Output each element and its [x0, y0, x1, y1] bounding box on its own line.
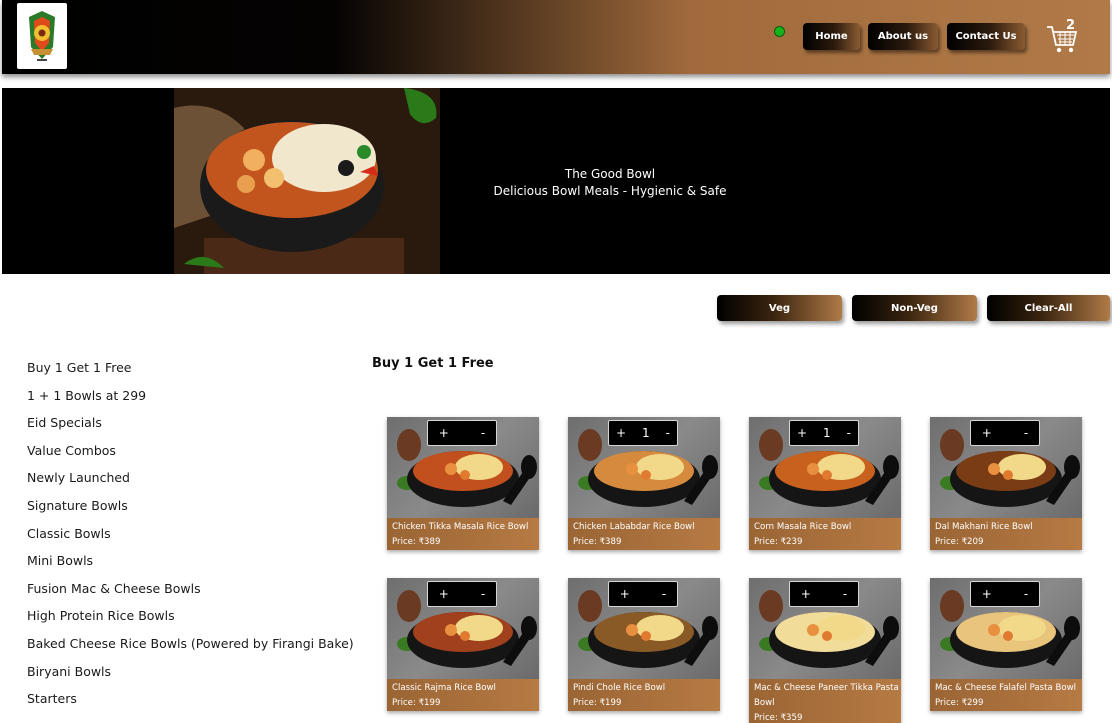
product-name: Chicken Lababdar Rice Bowl — [573, 522, 695, 532]
product-name: Pindi Chole Rice Bowl — [573, 683, 666, 693]
section-title: Buy 1 Get 1 Free — [372, 356, 494, 371]
product-price: Price: ₹239 — [754, 537, 803, 547]
increase-qty-button[interactable]: + — [982, 587, 992, 601]
product-info: Corn Masala Rice Bowl Price: ₹239 — [749, 518, 901, 550]
hero-banner: The Good Bowl Delicious Bowl Meals - Hyg… — [2, 88, 1110, 274]
sidebar-item-high-protein[interactable]: High Protein Rice Bowls — [27, 608, 347, 636]
product-name: Mac & Cheese Falafel Pasta Bowl — [935, 683, 1077, 693]
nav-about-button[interactable]: About us — [868, 23, 938, 50]
decrease-qty-button[interactable]: - — [843, 587, 847, 601]
increase-qty-button[interactable]: + — [620, 587, 630, 601]
product-card[interactable]: + - Chicken Tikka Masala Rice Bowl Price… — [387, 417, 539, 550]
filter-non-veg-button[interactable]: Non-Veg — [852, 295, 977, 321]
sidebar-item-eid-specials[interactable]: Eid Specials — [27, 415, 347, 443]
sidebar-item-signature-bowls[interactable]: Signature Bowls — [27, 498, 347, 526]
quantity-value: 1 — [823, 426, 831, 440]
product-info: Chicken Lababdar Rice Bowl Price: ₹389 — [568, 518, 720, 550]
product-info: Chicken Tikka Masala Rice Bowl Price: ₹3… — [387, 518, 539, 550]
sidebar-item-classic-bowls[interactable]: Classic Bowls — [27, 526, 347, 554]
decrease-qty-button[interactable]: - — [847, 426, 851, 440]
product-image: + - — [387, 417, 539, 519]
increase-qty-button[interactable]: + — [439, 587, 449, 601]
category-sidebar: Buy 1 Get 1 Free 1 + 1 Bowls at 299 Eid … — [27, 360, 354, 719]
product-info: Classic Rajma Rice Bowl Price: ₹199 — [387, 679, 539, 711]
product-image: + - — [387, 578, 539, 680]
quantity-stepper: + 1 - — [608, 420, 678, 446]
banner-subtitle: Delicious Bowl Meals - Hygienic & Safe — [493, 184, 727, 198]
sidebar-item-mini-bowls[interactable]: Mini Bowls — [27, 553, 347, 581]
cart-count-badge: 2 — [1066, 18, 1076, 33]
brand-logo[interactable] — [17, 3, 67, 69]
quantity-value: 1 — [642, 426, 650, 440]
product-info: Pindi Chole Rice Bowl Price: ₹199 — [568, 679, 720, 711]
product-card[interactable]: + - Mac & Cheese Falafel Pasta Bowl Pric… — [930, 578, 1082, 711]
filter-veg-button[interactable]: Veg — [717, 295, 842, 321]
banner-title: The Good Bowl — [564, 167, 656, 181]
product-card[interactable]: + 1 - Chicken Lababdar Rice Bowl Price: … — [568, 417, 720, 550]
increase-qty-button[interactable]: + — [797, 426, 807, 440]
decrease-qty-button[interactable]: - — [662, 587, 666, 601]
product-image: + - — [568, 578, 720, 680]
product-name: Classic Rajma Rice Bowl — [392, 683, 496, 693]
quantity-stepper: + - — [427, 581, 497, 607]
sidebar-item-value-combos[interactable]: Value Combos — [27, 443, 347, 471]
paneer-rice-bowl-image — [174, 88, 440, 274]
the-good-bowl-logo — [29, 11, 55, 61]
product-price: Price: ₹299 — [935, 698, 984, 708]
quantity-stepper: + - — [970, 420, 1040, 446]
sidebar-item-newly-launched[interactable]: Newly Launched — [27, 470, 347, 498]
increase-qty-button[interactable]: + — [616, 426, 626, 440]
sidebar-item-baked-cheese[interactable]: Baked Cheese Rice Bowls (Powered by Fira… — [27, 636, 354, 664]
product-image: + 1 - — [568, 417, 720, 519]
sidebar-item-1-plus-1-bowls[interactable]: 1 + 1 Bowls at 299 — [27, 388, 347, 416]
quantity-stepper: + - — [789, 581, 859, 607]
decrease-qty-button[interactable]: - — [1024, 587, 1028, 601]
product-image: + 1 - — [749, 417, 901, 519]
product-card[interactable]: + 1 - Corn Masala Rice Bowl Price: ₹239 — [749, 417, 901, 550]
decrease-qty-button[interactable]: - — [481, 587, 485, 601]
product-price: Price: ₹209 — [935, 537, 984, 547]
nav-home-button[interactable]: Home — [803, 23, 860, 50]
quantity-stepper: + - — [608, 581, 678, 607]
product-name: Dal Makhani Rice Bowl — [935, 522, 1033, 532]
quantity-stepper: + 1 - — [789, 420, 859, 446]
product-name: Chicken Tikka Masala Rice Bowl — [392, 522, 529, 532]
product-info: Mac & Cheese Falafel Pasta Bowl Price: ₹… — [930, 679, 1082, 711]
decrease-qty-button[interactable]: - — [1024, 426, 1028, 440]
decrease-qty-button[interactable]: - — [481, 426, 485, 440]
sidebar-item-starters[interactable]: Starters — [27, 691, 347, 719]
product-price: Price: ₹389 — [392, 537, 441, 547]
increase-qty-button[interactable]: + — [439, 426, 449, 440]
product-price: Price: ₹389 — [573, 537, 622, 547]
product-image: + - — [930, 417, 1082, 519]
product-card[interactable]: + - Dal Makhani Rice Bowl Price: ₹209 — [930, 417, 1082, 550]
product-name: Corn Masala Rice Bowl — [754, 522, 852, 532]
product-card[interactable]: + - Mac & Cheese Paneer Tikka Pasta Bowl… — [749, 578, 901, 723]
product-card[interactable]: + - Pindi Chole Rice Bowl Price: ₹199 — [568, 578, 720, 711]
quantity-stepper: + - — [970, 581, 1040, 607]
product-info: Dal Makhani Rice Bowl Price: ₹209 — [930, 518, 1082, 550]
product-price: Price: ₹199 — [573, 698, 622, 708]
top-header: Home About us Contact Us 2 — [2, 0, 1110, 74]
banner-text: The Good Bowl Delicious Bowl Meals - Hyg… — [442, 166, 778, 200]
quantity-stepper: + - — [427, 420, 497, 446]
increase-qty-button[interactable]: + — [801, 587, 811, 601]
increase-qty-button[interactable]: + — [982, 426, 992, 440]
sidebar-item-buy-1-get-1-free[interactable]: Buy 1 Get 1 Free — [27, 360, 347, 388]
product-image: + - — [749, 578, 901, 680]
product-card[interactable]: + - Classic Rajma Rice Bowl Price: ₹199 — [387, 578, 539, 711]
sidebar-item-biryani-bowls[interactable]: Biryani Bowls — [27, 664, 347, 692]
decrease-qty-button[interactable]: - — [666, 426, 670, 440]
filter-clear-all-button[interactable]: Clear-All — [987, 295, 1110, 321]
sidebar-item-fusion-mac-cheese[interactable]: Fusion Mac & Cheese Bowls — [27, 581, 347, 609]
banner-food-image — [174, 88, 440, 274]
nav-contact-button[interactable]: Contact Us — [947, 23, 1025, 50]
product-image: + - — [930, 578, 1082, 680]
product-name: Mac & Cheese Paneer Tikka Pasta Bowl — [754, 683, 899, 708]
product-price: Price: ₹199 — [392, 698, 441, 708]
status-indicator-dot — [774, 26, 785, 37]
product-info: Mac & Cheese Paneer Tikka Pasta Bowl Pri… — [749, 679, 901, 723]
product-price: Price: ₹359 — [754, 713, 803, 723]
